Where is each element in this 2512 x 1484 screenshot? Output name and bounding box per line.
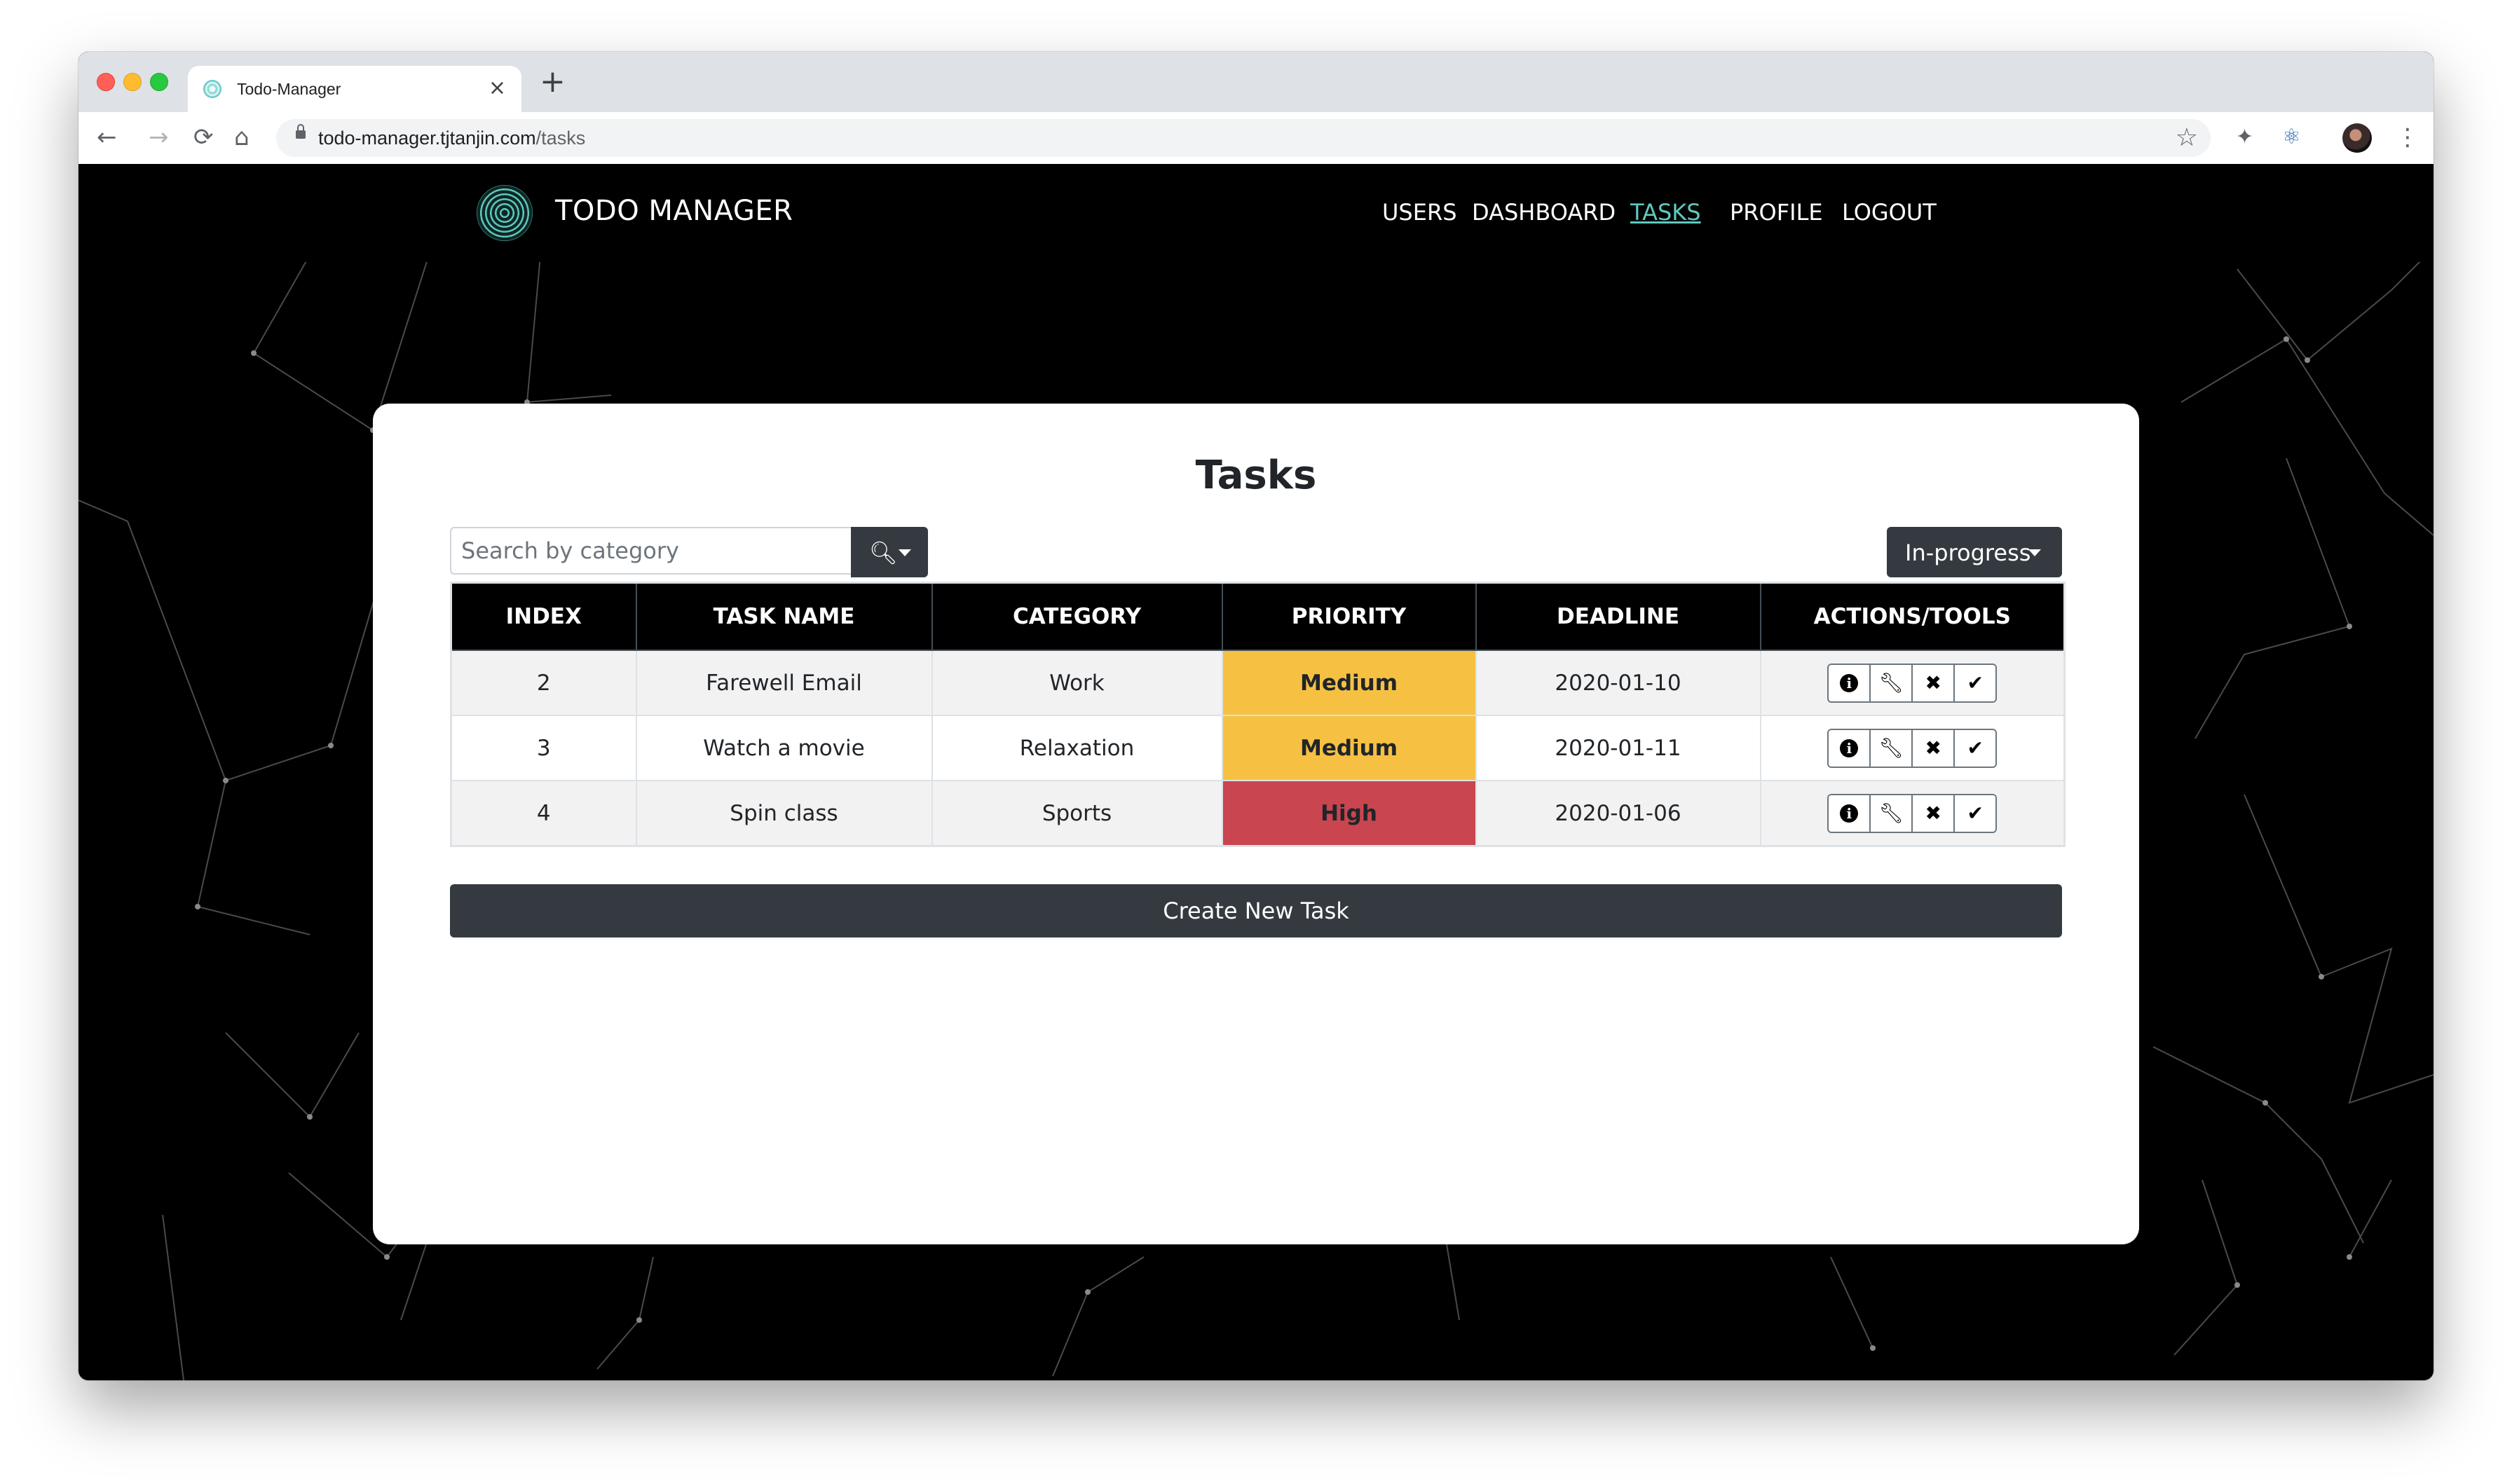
priority-badge: Medium	[1221, 650, 1477, 716]
cell-task-name: Farewell Email	[635, 650, 933, 716]
info-button[interactable]: i	[1829, 729, 1871, 767]
info-icon: i	[1840, 804, 1859, 823]
header-priority: PRIORITY	[1221, 582, 1477, 651]
tasks-card: Tasks 🔍︎ In-progress INDEX TASK NAME	[373, 404, 2139, 1244]
tab-strip: Todo-Manager × +	[78, 52, 2434, 112]
close-tab-icon[interactable]: ×	[489, 76, 506, 101]
priority-badge: Medium	[1221, 715, 1477, 781]
react-devtools-icon[interactable]: ⚛	[2282, 122, 2301, 153]
times-icon: ✖	[1925, 736, 1941, 760]
times-icon: ✖	[1925, 671, 1941, 694]
cell-task-name: Watch a movie	[635, 715, 933, 781]
bookmark-star-icon[interactable]: ☆	[2176, 123, 2198, 152]
header-deadline: DEADLINE	[1475, 582, 1761, 651]
url-text: todo-manager.tjtanjin.com/tasks	[318, 128, 586, 149]
maximize-window-button[interactable]	[150, 73, 168, 91]
forward-icon[interactable]: →	[149, 122, 169, 153]
close-window-button[interactable]	[97, 73, 115, 91]
priority-badge: High	[1221, 780, 1477, 847]
table-row: 3 Watch a movie Relaxation Medium 2020-0…	[450, 715, 2066, 781]
delete-button[interactable]: ✖	[1913, 729, 1955, 767]
chevron-down-icon	[2028, 549, 2041, 556]
search-dropdown-button[interactable]: 🔍︎	[851, 527, 928, 577]
header-actions: ACTIONS/TOOLS	[1759, 582, 2066, 651]
tab-title: Todo-Manager	[237, 80, 341, 98]
fingerprint-logo-icon[interactable]	[477, 185, 533, 241]
wrench-icon: 🔧︎	[1878, 802, 1904, 825]
nav-logout[interactable]: LOGOUT	[1842, 199, 1937, 226]
edit-button[interactable]: 🔧︎	[1871, 729, 1913, 767]
new-tab-icon[interactable]: +	[540, 66, 566, 98]
address-bar[interactable]: todo-manager.tjtanjin.com/tasks ☆	[276, 119, 2211, 157]
extensions-puzzle-icon[interactable]: ✦	[2236, 122, 2253, 153]
cell-task-name: Spin class	[635, 780, 933, 847]
minimize-window-button[interactable]	[123, 73, 142, 91]
complete-button[interactable]: ✔	[1955, 795, 1996, 832]
cell-index: 3	[450, 715, 637, 781]
brand-name[interactable]: TODO MANAGER	[555, 195, 793, 227]
create-task-button[interactable]: Create New Task	[450, 884, 2062, 937]
delete-button[interactable]: ✖	[1913, 795, 1955, 832]
chevron-down-icon	[899, 549, 911, 556]
action-button-group: i 🔧︎ ✖ ✔	[1827, 728, 1998, 768]
cell-category: Work	[931, 650, 1223, 716]
cell-actions: i 🔧︎ ✖ ✔	[1759, 715, 2066, 781]
info-button[interactable]: i	[1829, 795, 1871, 832]
cell-deadline: 2020-01-11	[1475, 715, 1761, 781]
delete-button[interactable]: ✖	[1913, 664, 1955, 701]
edit-button[interactable]: 🔧︎	[1871, 795, 1913, 832]
browser-tab[interactable]: Todo-Manager ×	[188, 66, 521, 112]
nav-dashboard[interactable]: DASHBOARD	[1472, 199, 1616, 226]
more-menu-icon[interactable]: ⋮	[2396, 122, 2419, 153]
search-icon: 🔍︎	[869, 540, 898, 566]
back-icon[interactable]: ←	[97, 122, 117, 153]
cell-category: Relaxation	[931, 715, 1223, 781]
cell-index: 2	[450, 650, 637, 716]
info-icon: i	[1840, 673, 1859, 692]
home-icon[interactable]: ⌂	[234, 122, 250, 153]
wrench-icon: 🔧︎	[1878, 736, 1904, 760]
header-index: INDEX	[450, 582, 637, 651]
check-icon: ✔	[1967, 671, 1984, 694]
category-search-input[interactable]	[450, 527, 851, 575]
lock-icon	[296, 124, 306, 139]
status-filter-label: In-progress	[1905, 540, 2031, 566]
edit-button[interactable]: 🔧︎	[1871, 664, 1913, 701]
nav-users[interactable]: USERS	[1382, 199, 1457, 226]
wrench-icon: 🔧︎	[1878, 671, 1904, 694]
info-icon: i	[1840, 738, 1859, 757]
browser-window: Todo-Manager × + ← → ⟳ ⌂ todo-manager.tj…	[78, 52, 2434, 1380]
table-row: 2 Farewell Email Work Medium 2020-01-10 …	[450, 650, 2066, 716]
reload-icon[interactable]: ⟳	[193, 122, 214, 153]
browser-toolbar: ← → ⟳ ⌂ todo-manager.tjtanjin.com/tasks …	[78, 112, 2434, 165]
tasks-table: INDEX TASK NAME CATEGORY PRIORITY DEADLI…	[450, 582, 2066, 847]
cell-actions: i 🔧︎ ✖ ✔	[1759, 780, 2066, 847]
status-filter-dropdown[interactable]: In-progress	[1887, 527, 2062, 577]
complete-button[interactable]: ✔	[1955, 664, 1996, 701]
cell-category: Sports	[931, 780, 1223, 847]
top-navbar: TODO MANAGER USERS DASHBOARD TASKS PROFI…	[78, 164, 2434, 262]
check-icon: ✔	[1967, 736, 1984, 760]
action-button-group: i 🔧︎ ✖ ✔	[1827, 793, 1998, 833]
table-header-row: INDEX TASK NAME CATEGORY PRIORITY DEADLI…	[450, 582, 2066, 651]
times-icon: ✖	[1925, 802, 1941, 825]
cell-actions: i 🔧︎ ✖ ✔	[1759, 650, 2066, 716]
cell-deadline: 2020-01-10	[1475, 650, 1761, 716]
nav-tasks[interactable]: TASKS	[1630, 199, 1701, 226]
favicon-icon	[203, 80, 221, 98]
action-button-group: i 🔧︎ ✖ ✔	[1827, 663, 1998, 703]
profile-avatar[interactable]	[2342, 123, 2372, 153]
cell-deadline: 2020-01-06	[1475, 780, 1761, 847]
web-page: TODO MANAGER USERS DASHBOARD TASKS PROFI…	[78, 164, 2434, 1380]
complete-button[interactable]: ✔	[1955, 729, 1996, 767]
page-title: Tasks	[1195, 453, 1317, 498]
check-icon: ✔	[1967, 802, 1984, 825]
header-task-name: TASK NAME	[635, 582, 933, 651]
table-row: 4 Spin class Sports High 2020-01-06 i 🔧︎…	[450, 780, 2066, 847]
nav-profile[interactable]: PROFILE	[1730, 199, 1823, 226]
cell-index: 4	[450, 780, 637, 847]
info-button[interactable]: i	[1829, 664, 1871, 701]
header-category: CATEGORY	[931, 582, 1223, 651]
